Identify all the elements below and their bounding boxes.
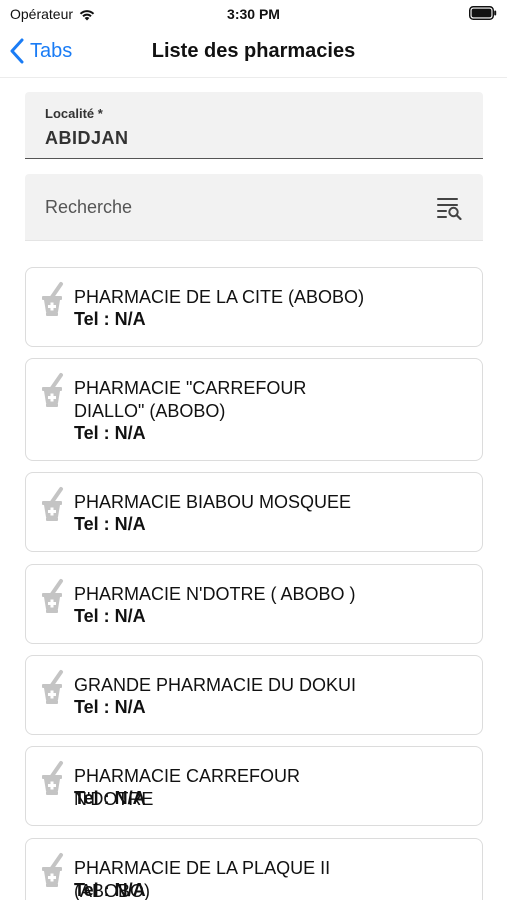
status-bar: Opérateur 3:30 PM [0,0,507,28]
pharmacy-mortar-icon [42,579,63,613]
pharmacy-phone: Tel : N/A [74,880,146,900]
locality-field[interactable]: Localité * ABIDJAN [25,92,483,159]
pharmacy-name: PHARMACIE DE LA CITE (ABOBO) [74,287,365,307]
battery-icon [469,6,497,20]
pharmacy-card[interactable]: PHARMACIE N'DOTRE ( ABOBO ) Tel : N/A [25,564,483,644]
pharmacy-phone: Tel : N/A [74,606,146,626]
pharmacy-mortar-icon [42,761,63,795]
pharmacy-mortar-icon [42,670,63,704]
search-box [25,174,483,241]
pharmacy-card[interactable]: PHARMACIE BIABOU MOSQUEE Tel : N/A [25,472,483,552]
pharmacy-card[interactable]: PHARMACIE DE LA PLAQUE II (ABOBO) Tel : … [25,838,483,900]
filter-search-icon[interactable] [437,196,463,220]
pharmacy-card[interactable]: PHARMACIE CARREFOUR N'DOTRE Tel : N/A [25,746,483,826]
pharmacy-mortar-icon [42,487,63,521]
locality-value: ABIDJAN [45,128,129,148]
locality-label: Localité * [45,106,103,121]
pharmacy-phone: Tel : N/A [74,309,146,329]
pharmacy-name: PHARMACIE BIABOU MOSQUEE [74,492,352,512]
pharmacy-card[interactable]: GRANDE PHARMACIE DU DOKUI Tel : N/A [25,655,483,735]
pharmacy-phone: Tel : N/A [74,423,146,443]
navigation-bar: Tabs Liste des pharmacies [0,28,507,78]
pharmacy-card[interactable]: PHARMACIE "CARREFOUR DIALLO" (ABOBO) Tel… [25,358,483,461]
search-input[interactable] [25,174,425,241]
pharmacy-phone: Tel : N/A [74,514,146,534]
pharmacy-name: PHARMACIE "CARREFOUR DIALLO" (ABOBO) [74,378,307,421]
pharmacy-mortar-icon [42,373,63,407]
pharmacy-phone: Tel : N/A [74,788,146,808]
pharmacy-name: PHARMACIE N'DOTRE ( ABOBO ) [74,584,356,604]
page-title: Liste des pharmacies [151,40,356,62]
pharmacy-mortar-icon [42,853,63,887]
pharmacy-phone: Tel : N/A [74,697,146,717]
pharmacy-name: GRANDE PHARMACIE DU DOKUI [74,675,357,695]
status-time: 3:30 PM [227,6,280,22]
pharmacy-card[interactable]: PHARMACIE DE LA CITE (ABOBO) Tel : N/A [25,267,483,347]
pharmacy-mortar-icon [42,282,63,316]
